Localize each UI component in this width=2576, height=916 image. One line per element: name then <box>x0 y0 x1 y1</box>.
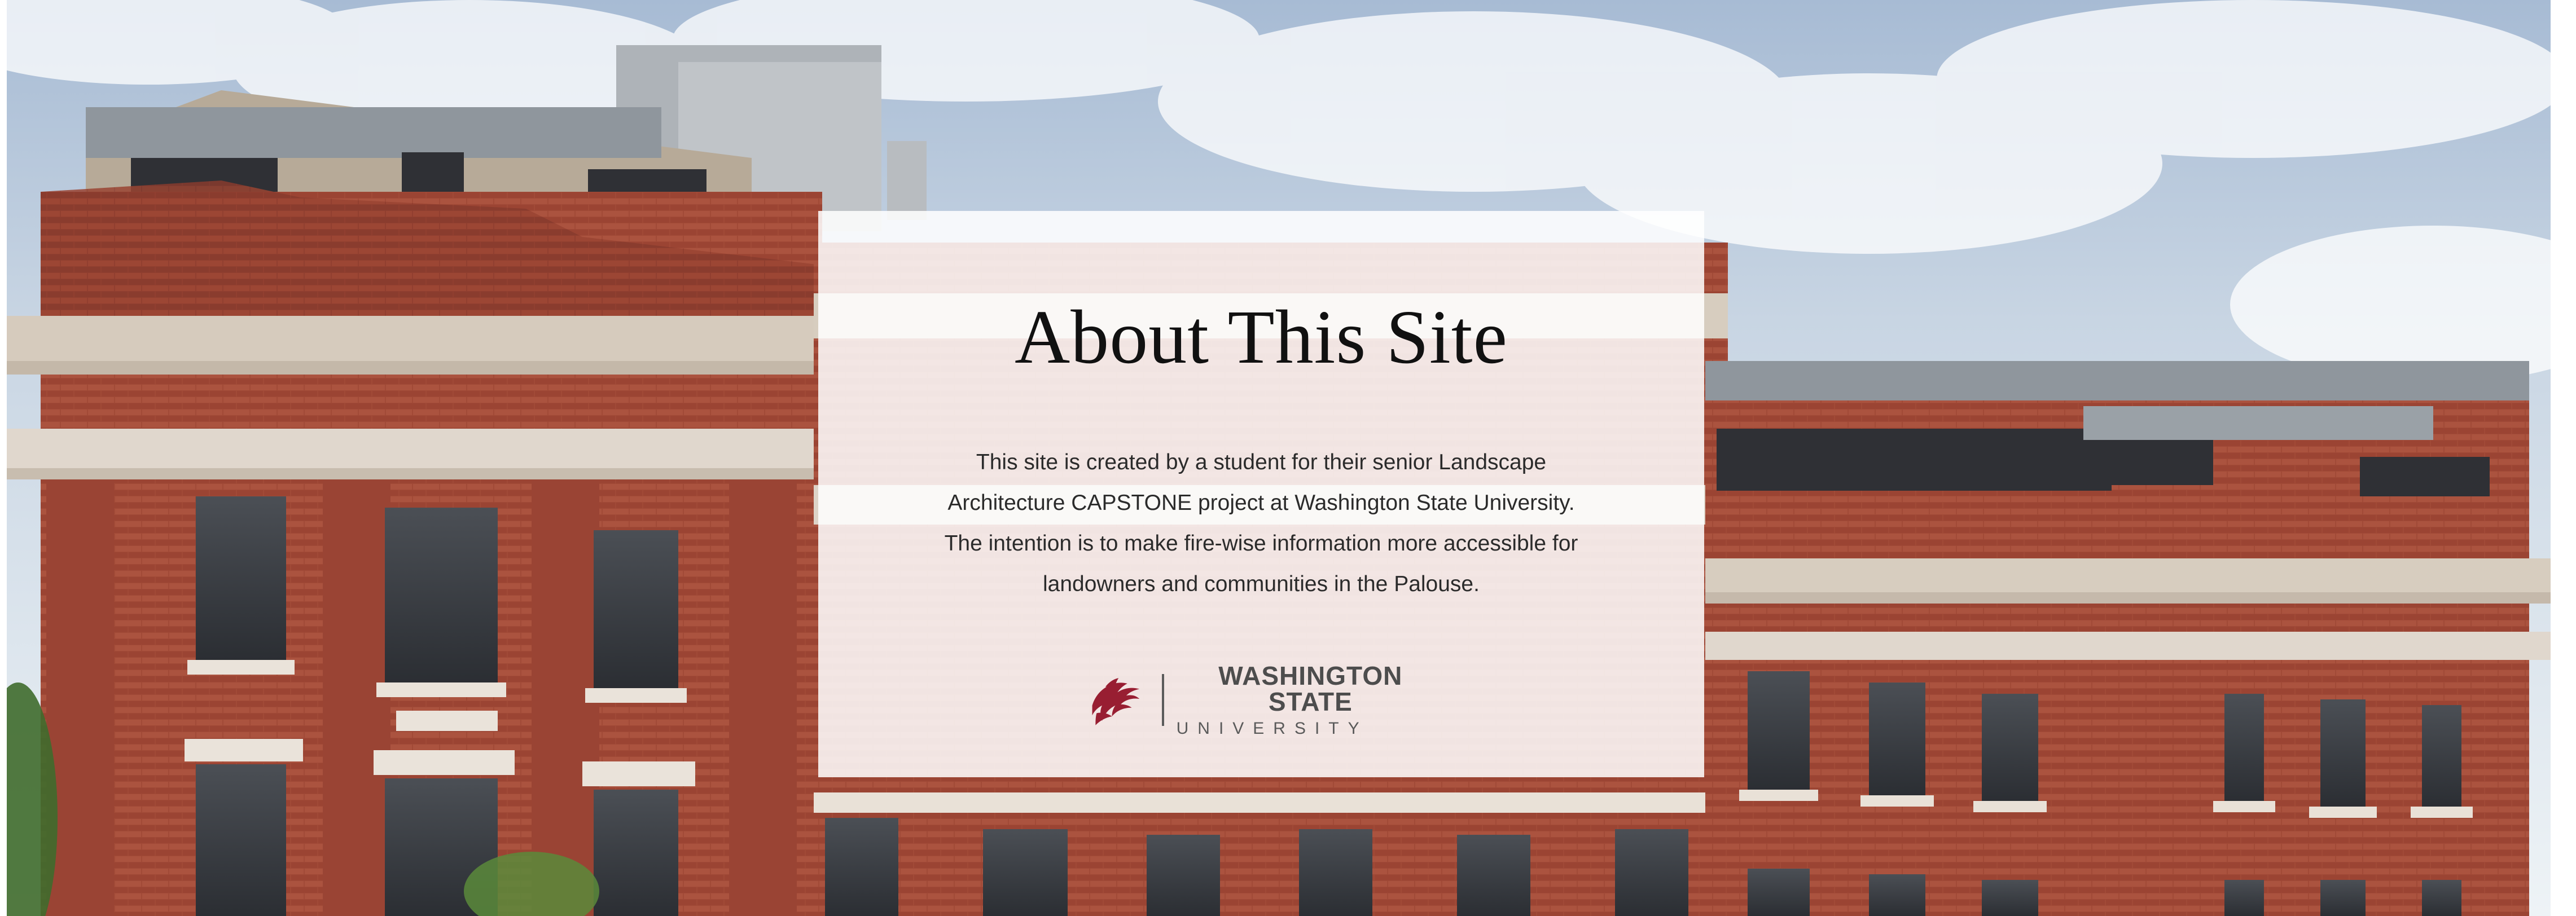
cougar-head-icon <box>1092 678 1140 725</box>
page: About This Site This site is created by … <box>0 0 2576 916</box>
logo-divider <box>1161 674 1164 726</box>
wsu-logo: WASHINGTON STATE UNIVERSITY <box>1083 663 1445 737</box>
logo-text: WASHINGTON STATE UNIVERSITY <box>1177 663 1445 737</box>
card-title: About This Site <box>1015 295 1508 380</box>
about-card: About This Site This site is created by … <box>818 211 1704 777</box>
left-edge <box>0 0 7 916</box>
right-edge <box>2569 0 2576 916</box>
card-body-text: This site is created by a student for th… <box>944 450 1578 596</box>
logo-line-2: UNIVERSITY <box>1176 719 1368 738</box>
logo-line-1: WASHINGTON STATE <box>1218 661 1403 716</box>
